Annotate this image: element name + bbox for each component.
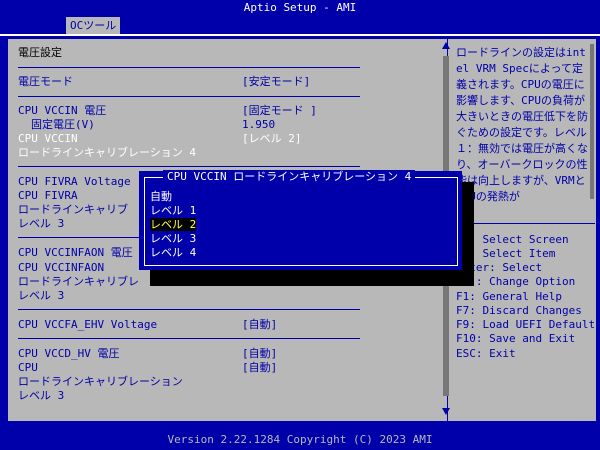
help-description: ロードラインの設定はintel VRM Specによって定義されます。CPUの電… <box>456 46 588 203</box>
footer-copyright: Version 2.22.1284 Copyright (C) 2023 AMI <box>0 430 600 450</box>
fivra-label[interactable]: CPU FIVRA <box>18 189 78 202</box>
cpu-llc-label[interactable]: ロードラインキャリブレーション <box>18 375 183 388</box>
vccin-voltage-value[interactable]: [固定モード ] <box>242 104 317 117</box>
divider <box>18 67 360 68</box>
dialog-option-level-3[interactable]: レベル 3 <box>150 232 196 245</box>
vccfa-ehv-value[interactable]: [自動] <box>242 318 277 331</box>
fivra-level-label[interactable]: レベル 3 <box>18 217 64 230</box>
key-hint: F10: Save and Exit <box>456 332 576 345</box>
vccfa-ehv-label[interactable]: CPU VCCFA_EHV Voltage <box>18 318 157 331</box>
divider <box>18 166 360 167</box>
vccd-hv-voltage-label[interactable]: CPU VCCD_HV 電圧 <box>18 347 119 360</box>
window-title: Aptio Setup - AMI <box>0 0 600 15</box>
vccinfaon-voltage-label[interactable]: CPU VCCINFAON 電圧 <box>18 246 133 259</box>
voltage-mode-value[interactable]: [安定モード] <box>242 75 310 88</box>
dialog-title: CPU VCCIN ロードラインキャリブレーション 4 <box>163 170 416 183</box>
divider <box>18 96 360 97</box>
vccin-label[interactable]: CPU VCCIN <box>18 132 78 145</box>
top-divider <box>0 34 600 36</box>
fivra-llc-label[interactable]: ロードラインキャリブ <box>18 203 128 216</box>
key-hint: F7: Discard Changes <box>456 304 582 317</box>
vccd-hv-voltage-value[interactable]: [自動] <box>242 347 277 360</box>
key-hint: F9: Load UEFI Defaults <box>456 318 600 331</box>
vccin-llc-label[interactable]: ロードラインキャリブレーション 4 <box>18 146 196 159</box>
vccinfaon-llc-label[interactable]: ロードラインキャリブレ <box>18 275 139 288</box>
vccin-value[interactable]: [レベル 2] <box>242 132 302 145</box>
key-hint: ESC: Exit <box>456 347 516 360</box>
vccinfaon-level-label[interactable]: レベル 3 <box>18 289 64 302</box>
section-heading: 電圧設定 <box>18 46 62 59</box>
scroll-up-arrow-icon[interactable] <box>442 42 450 49</box>
key-hint: F1: General Help <box>456 290 562 303</box>
cpu-value[interactable]: [自動] <box>242 361 277 374</box>
cpu-label[interactable]: CPU <box>18 361 38 374</box>
fixed-voltage-label[interactable]: 固定電圧(V) <box>31 118 95 131</box>
tab-strip: OCツール <box>0 15 600 35</box>
divider <box>18 309 360 310</box>
help-scrollbar[interactable] <box>590 44 594 199</box>
voltage-mode-label[interactable]: 電圧モード <box>18 75 73 88</box>
dialog-option-level-2[interactable]: レベル 2 <box>150 218 197 231</box>
vccin-voltage-label[interactable]: CPU VCCIN 電圧 <box>18 104 106 117</box>
cpu-level-label[interactable]: レベル 3 <box>18 389 64 402</box>
divider <box>18 338 360 339</box>
tab-oc-tool[interactable]: OCツール <box>66 17 121 34</box>
scroll-down-arrow-icon[interactable] <box>442 408 450 415</box>
dialog-option-level-1[interactable]: レベル 1 <box>150 204 196 217</box>
fixed-voltage-value[interactable]: 1.950 <box>242 118 275 131</box>
dialog-option-level-4[interactable]: レベル 4 <box>150 246 196 259</box>
dialog-option-auto[interactable]: 自動 <box>150 190 172 203</box>
fivra-voltage-label[interactable]: CPU FIVRA Voltage <box>18 175 131 188</box>
vccinfaon-label[interactable]: CPU VCCINFAON <box>18 261 104 274</box>
